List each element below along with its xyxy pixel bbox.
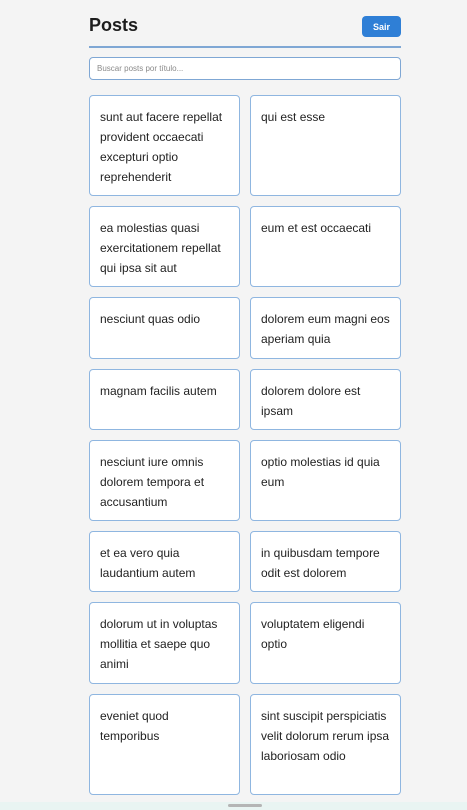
post-card[interactable]: qui est esse <box>250 95 401 196</box>
post-title: in quibusdam tempore odit est dolorem <box>261 546 380 580</box>
post-card[interactable]: ea molestias quasi exercitationem repell… <box>89 206 240 287</box>
post-title: eveniet quod temporibus <box>100 709 169 743</box>
logout-button[interactable]: Sair <box>362 16 401 37</box>
post-card[interactable]: eveniet quod temporibus <box>89 694 240 795</box>
post-card[interactable]: in quibusdam tempore odit est dolorem <box>250 531 401 592</box>
post-title: sint suscipit perspiciatis velit dolorum… <box>261 709 390 763</box>
search-input[interactable] <box>89 57 401 80</box>
post-card[interactable]: nesciunt iure omnis dolorem tempora et a… <box>89 440 240 521</box>
post-title: qui est esse <box>261 110 326 124</box>
post-card[interactable]: et ea vero quia laudantium autem <box>89 531 240 592</box>
post-title: nesciunt quas odio <box>100 312 201 326</box>
post-title: voluptatem eligendi optio <box>261 617 365 651</box>
post-title: dolorem dolore est ipsam <box>261 384 361 418</box>
post-card[interactable]: dolorum ut in voluptas mollitia et saepe… <box>89 602 240 684</box>
post-card[interactable]: eum et est occaecati <box>250 206 401 287</box>
post-title: dolorem eum magni eos aperiam quia <box>261 312 390 346</box>
post-title: nesciunt iure omnis dolorem tempora et a… <box>100 455 205 509</box>
post-title: dolorum ut in voluptas mollitia et saepe… <box>100 617 218 671</box>
page-title: Posts <box>89 15 139 35</box>
post-title: et ea vero quia laudantium autem <box>100 546 196 580</box>
post-card[interactable]: sunt aut facere repellat provident occae… <box>89 95 240 196</box>
post-card[interactable]: dolorem eum magni eos aperiam quia <box>250 297 401 359</box>
page-header: Posts Sair <box>89 0 401 48</box>
post-title: eum et est occaecati <box>261 221 372 235</box>
post-card[interactable]: voluptatem eligendi optio <box>250 602 401 684</box>
post-title: sunt aut facere repellat provident occae… <box>100 110 223 184</box>
post-card[interactable]: nesciunt quas odio <box>89 297 240 359</box>
post-card[interactable]: optio molestias id quia eum <box>250 440 401 521</box>
post-title: magnam facilis autem <box>100 384 217 398</box>
post-card[interactable]: dolorem dolore est ipsam <box>250 369 401 430</box>
post-title: ea molestias quasi exercitationem repell… <box>100 221 221 275</box>
post-card[interactable]: magnam facilis autem <box>89 369 240 430</box>
scroll-handle[interactable] <box>228 804 262 807</box>
post-title: optio molestias id quia eum <box>261 455 380 489</box>
post-card[interactable]: sint suscipit perspiciatis velit dolorum… <box>250 694 401 795</box>
page-container: Posts Sair sunt aut facere repellat prov… <box>89 0 401 795</box>
